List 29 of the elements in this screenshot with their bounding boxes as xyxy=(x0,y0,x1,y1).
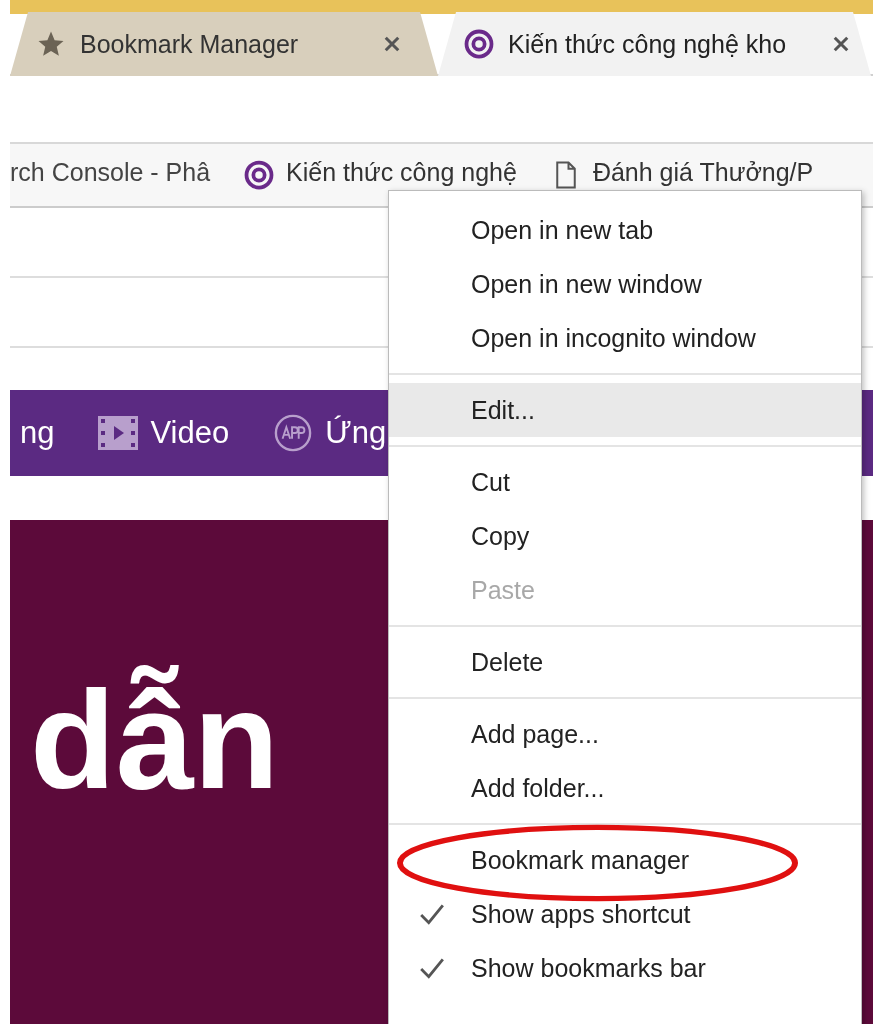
nav-link[interactable]: ng xyxy=(20,415,55,451)
bookmark-link[interactable]: Kiến thức công nghệ xyxy=(286,157,517,193)
tab-title: Kiến thức công nghệ kho xyxy=(508,29,788,59)
nav-link[interactable]: Video xyxy=(150,415,230,451)
menu-item[interactable]: Edit... xyxy=(389,383,861,437)
menu-item[interactable]: Bookmark manager xyxy=(389,833,861,887)
menu-item[interactable]: Show apps shortcut xyxy=(389,887,861,941)
menu-item[interactable]: Open in new tab xyxy=(389,203,861,257)
close-icon[interactable] xyxy=(831,34,851,54)
menu-item[interactable]: Copy xyxy=(389,509,861,563)
menu-item[interactable]: Show bookmarks bar xyxy=(389,941,861,995)
bookmark-link[interactable]: rch Console - Phâ xyxy=(10,157,211,193)
menu-item[interactable]: Open in incognito window xyxy=(389,311,861,365)
menu-item[interactable]: Add page... xyxy=(389,707,861,761)
film-icon xyxy=(98,414,139,452)
app-icon xyxy=(273,414,314,452)
browser-tab[interactable]: Bookmark Manager xyxy=(10,12,438,76)
menu-item[interactable]: Delete xyxy=(389,635,861,689)
menu-item[interactable]: Open in new window xyxy=(389,257,861,311)
browser-tab[interactable]: Kiến thức công nghệ kho xyxy=(438,12,871,76)
site-logo-icon xyxy=(244,160,275,190)
hero-heading: dẫn xyxy=(30,661,279,818)
menu-item[interactable]: Add folder... xyxy=(389,761,861,815)
nav-link[interactable]: Ứng xyxy=(325,415,387,451)
tab-title: Bookmark Manager xyxy=(80,29,300,59)
close-icon[interactable] xyxy=(382,34,402,54)
bookmark-link[interactable]: Đánh giá Thưởng/P xyxy=(592,157,814,193)
menu-item[interactable]: Cut xyxy=(389,455,861,509)
site-logo-icon xyxy=(464,29,494,59)
